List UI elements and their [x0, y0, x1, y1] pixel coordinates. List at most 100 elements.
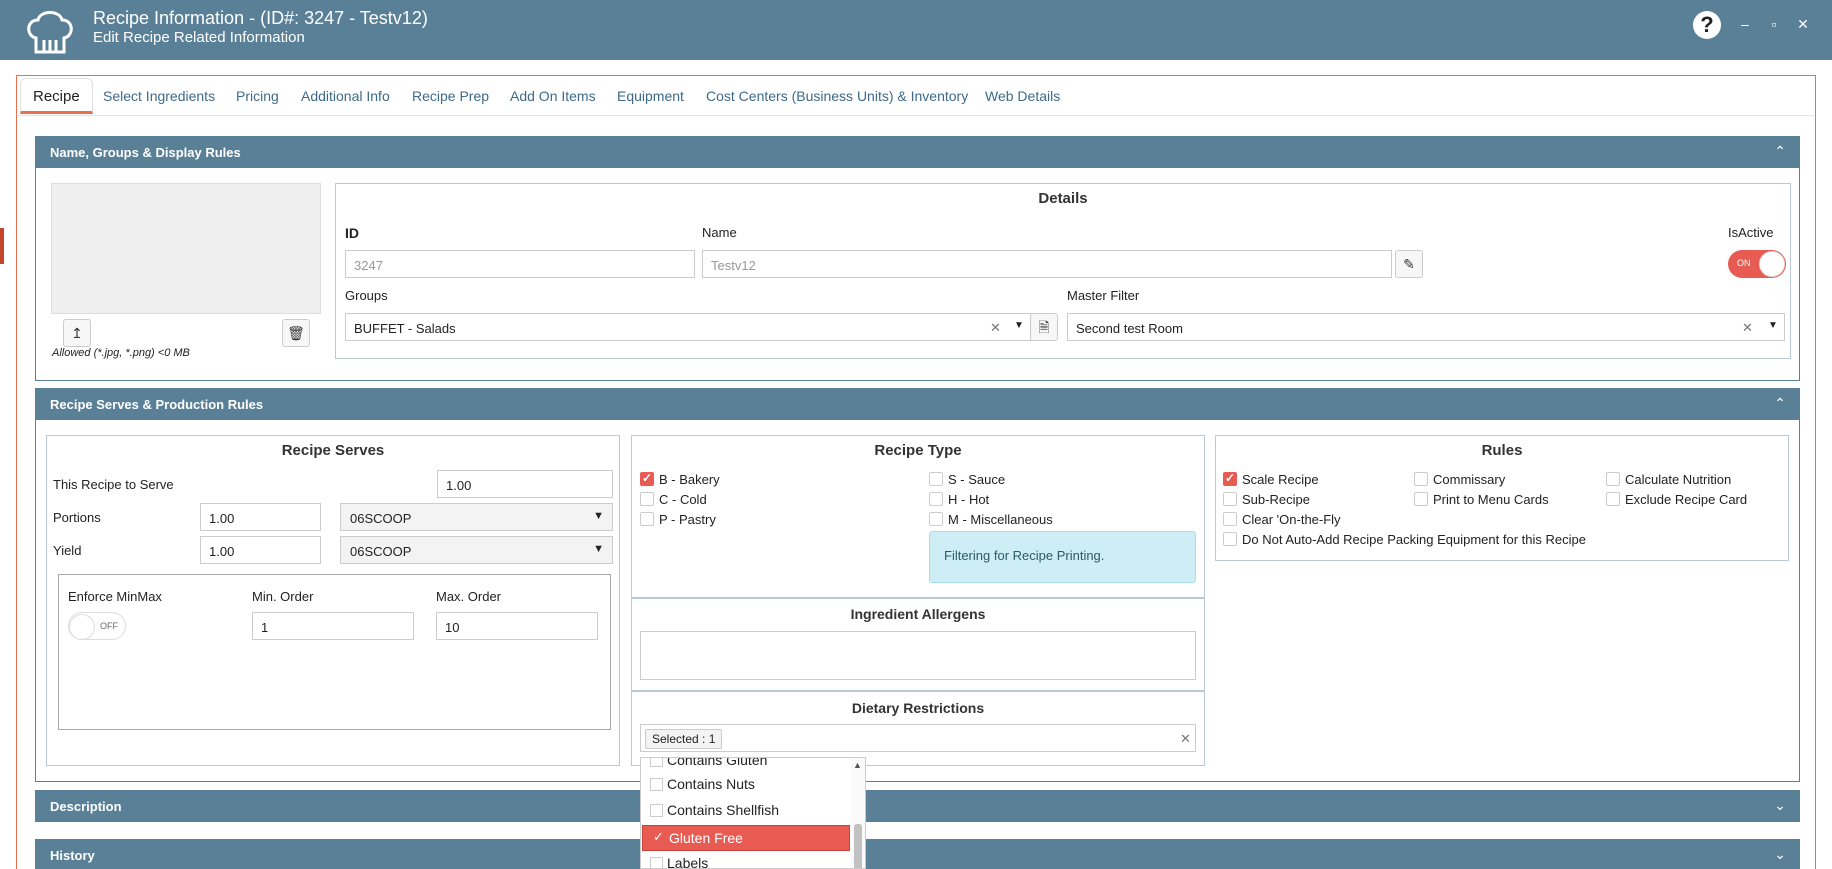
ingredient-allergens-field[interactable]	[640, 631, 1196, 680]
list-item[interactable]: Labels	[641, 851, 851, 868]
scrollbar-thumb[interactable]	[854, 824, 862, 868]
recipe-image-placeholder[interactable]	[51, 183, 321, 314]
checkbox-miscellaneous[interactable]: M - Miscellaneous	[929, 512, 1053, 527]
checkbox-icon	[640, 471, 654, 486]
tab-web-details[interactable]: Web Details	[985, 88, 1060, 104]
checkbox-icon	[650, 758, 663, 767]
tab-recipe[interactable]: Recipe	[20, 78, 93, 114]
trash-icon[interactable]: 🗑	[282, 319, 310, 347]
checkbox-icon	[1606, 472, 1620, 486]
tab-additional-info[interactable]: Additional Info	[301, 88, 390, 104]
checkbox-label: C - Cold	[659, 492, 707, 507]
portions-label: Portions	[53, 510, 101, 525]
max-order-input[interactable]: 10	[436, 612, 598, 640]
section-title: Recipe Serves & Production Rules	[50, 397, 264, 412]
check-icon: ✓	[653, 829, 664, 844]
close-button[interactable]: ✕	[1793, 14, 1813, 34]
portions-unit-select[interactable]: 06SCOOP ▼	[340, 503, 613, 531]
section-header-name-groups[interactable]: Name, Groups & Display Rules ⌃	[35, 136, 1800, 168]
list-item[interactable]: ✓ Gluten Free	[642, 825, 850, 851]
portions-input[interactable]: 1.00	[200, 503, 321, 531]
dietary-restrictions-select[interactable]: Selected : 1	[640, 724, 1196, 752]
checkbox-cold[interactable]: C - Cold	[640, 492, 707, 507]
checkbox-print-menu-cards[interactable]: Print to Menu Cards	[1414, 492, 1549, 507]
list-item-label: Gluten Free	[669, 830, 743, 846]
checkbox-no-auto-add-packing[interactable]: Do Not Auto-Add Recipe Packing Equipment…	[1223, 532, 1586, 547]
checkbox-icon	[1223, 512, 1237, 526]
minimize-button[interactable]: –	[1735, 14, 1755, 34]
checkbox-bakery[interactable]: B - Bakery	[640, 471, 720, 487]
checkbox-label: Commissary	[1433, 472, 1506, 487]
upload-icon[interactable]: ↥	[63, 319, 91, 347]
tab-equipment[interactable]: Equipment	[617, 88, 684, 104]
checkbox-label: Sub-Recipe	[1242, 492, 1310, 507]
min-order-label: Min. Order	[252, 589, 314, 604]
checkbox-icon	[929, 492, 943, 506]
checkbox-scale-recipe[interactable]: Scale Recipe	[1223, 471, 1319, 487]
checkbox-exclude-recipe-card[interactable]: Exclude Recipe Card	[1606, 492, 1747, 507]
tab-pricing[interactable]: Pricing	[236, 88, 279, 104]
id-label: ID	[345, 225, 359, 241]
this-recipe-input[interactable]: 1.00	[437, 470, 613, 498]
yield-unit-select[interactable]: 06SCOOP ▼	[340, 536, 613, 564]
checkbox-sauce[interactable]: S - Sauce	[929, 472, 1005, 487]
scroll-up-icon[interactable]: ▲	[853, 760, 862, 770]
master-filter-clear-icon[interactable]: ✕	[1742, 320, 1753, 336]
list-item[interactable]: Contains Shellfish	[641, 798, 851, 824]
checkbox-sub-recipe[interactable]: Sub-Recipe	[1223, 492, 1310, 507]
checkbox-label: Scale Recipe	[1242, 472, 1319, 487]
checkbox-icon	[650, 804, 663, 817]
edit-pencil-icon[interactable]: ✎	[1395, 250, 1423, 278]
dietary-dropdown-list[interactable]: Contains Gluten Contains Nuts Contains S…	[640, 757, 866, 869]
name-field[interactable]: Testv12	[702, 250, 1392, 278]
groups-clear-icon[interactable]: ✕	[990, 320, 1001, 336]
checkbox-label: Do Not Auto-Add Recipe Packing Equipment…	[1242, 532, 1586, 547]
dietary-clear-icon[interactable]: ✕	[1180, 731, 1191, 747]
isactive-toggle[interactable]: ON	[1728, 250, 1786, 278]
groups-caret-icon[interactable]: ▼	[1014, 320, 1024, 331]
chevron-up-icon[interactable]: ⌃	[1774, 143, 1786, 160]
tab-select-ingredients[interactable]: Select Ingredients	[103, 88, 215, 104]
checkbox-calculate-nutrition[interactable]: Calculate Nutrition	[1606, 472, 1731, 487]
checkbox-icon	[650, 778, 663, 791]
enforce-minmax-toggle[interactable]: OFF	[68, 612, 126, 640]
section-header-description[interactable]: Description ⌄	[35, 790, 1800, 822]
checkbox-label: H - Hot	[948, 492, 990, 507]
tab-cost-centers[interactable]: Cost Centers (Business Units) & Inventor…	[706, 88, 968, 104]
chevron-up-icon[interactable]: ⌃	[1774, 395, 1786, 412]
new-document-icon[interactable]: 🗎	[1030, 313, 1058, 341]
checkbox-clear-on-the-fly[interactable]: Clear 'On-the-Fly	[1223, 512, 1341, 527]
checkbox-icon	[650, 857, 663, 868]
section-header-history[interactable]: History ⌄	[35, 839, 1800, 869]
yield-input[interactable]: 1.00	[200, 536, 321, 564]
window-titlebar: Recipe Information - (ID#: 3247 - Testv1…	[0, 0, 1832, 60]
master-filter-caret-icon[interactable]: ▼	[1768, 320, 1778, 331]
checkbox-commissary[interactable]: Commissary	[1414, 472, 1505, 487]
tab-add-on-items[interactable]: Add On Items	[510, 88, 596, 104]
left-edge-marker	[0, 228, 4, 264]
min-order-input[interactable]: 1	[252, 612, 414, 640]
chevron-down-icon[interactable]: ⌄	[1774, 846, 1786, 863]
list-item[interactable]: Contains Nuts	[641, 772, 851, 798]
chevron-down-icon[interactable]: ⌄	[1774, 797, 1786, 814]
dropdown-scrollbar[interactable]: ▲	[851, 758, 865, 868]
id-field[interactable]: 3247	[345, 250, 695, 278]
groups-select[interactable]: BUFFET - Salads	[345, 313, 1033, 341]
max-order-label: Max. Order	[436, 589, 502, 604]
checkbox-hot[interactable]: H - Hot	[929, 492, 989, 507]
ingredient-allergens-title: Ingredient Allergens	[850, 606, 986, 622]
isactive-label: IsActive	[1728, 225, 1774, 240]
tab-recipe-prep[interactable]: Recipe Prep	[412, 88, 489, 104]
minmax-panel: Enforce MinMax OFF Min. Order 1 Max. Ord…	[58, 574, 611, 730]
list-item-label: Contains Shellfish	[667, 802, 780, 818]
maximize-button[interactable]: ▫	[1764, 14, 1784, 34]
chevron-down-icon: ▼	[593, 510, 604, 522]
master-filter-select[interactable]: Second test Room	[1067, 313, 1785, 341]
section-title: History	[50, 848, 95, 863]
master-filter-label: Master Filter	[1067, 288, 1140, 303]
checkbox-pastry[interactable]: P - Pastry	[640, 512, 716, 527]
section-header-serves[interactable]: Recipe Serves & Production Rules ⌃	[35, 388, 1800, 420]
chevron-down-icon: ▼	[593, 543, 604, 555]
help-button[interactable]: ?	[1693, 11, 1721, 39]
recipe-type-panel: Recipe Type B - Bakery C - Cold P - Past…	[631, 435, 1205, 598]
